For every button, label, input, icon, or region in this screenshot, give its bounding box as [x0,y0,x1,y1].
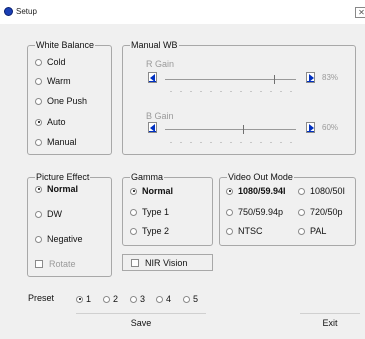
effect-option-dw[interactable]: DW [35,208,62,220]
radio-icon [35,77,42,85]
radio-icon [156,295,163,303]
preset-option-5[interactable]: 5 [183,293,198,305]
radio-selected-icon [130,187,137,195]
radio-icon [130,295,137,303]
preset-option-2[interactable]: 2 [103,293,118,305]
r-gain-slider-track[interactable] [165,79,296,80]
radio-icon [130,227,137,235]
preset-label: Preset [28,293,55,303]
radio-selected-icon [226,187,233,195]
r-gain-slider-thumb[interactable] [274,75,275,84]
manual-wb-title: Manual WB [130,40,179,51]
save-button[interactable]: Save [76,313,206,332]
video-option-1080-50i[interactable]: 1080/50I [298,185,345,197]
white-balance-title: White Balance [35,40,96,51]
radio-icon [35,58,42,66]
radio-icon [103,295,110,303]
picture-effect-title: Picture Effect [35,172,91,183]
radio-selected-icon [76,295,83,303]
radio-selected-icon [35,118,42,126]
wb-option-warm[interactable]: Warm [35,75,71,87]
preset-option-4[interactable]: 4 [156,293,171,305]
preset-option-3[interactable]: 3 [130,293,145,305]
radio-icon [130,208,137,216]
radio-icon [298,227,305,235]
wb-option-manual[interactable]: Manual [35,136,77,148]
rotate-checkbox[interactable]: Rotate [35,258,76,270]
r-gain-increase-button[interactable] [306,72,315,83]
preset-option-1[interactable]: 1 [76,293,91,305]
b-gain-slider-thumb[interactable] [243,125,244,134]
close-button[interactable]: ✕ [355,7,365,18]
window-title: Setup [16,7,37,16]
wb-option-cold[interactable]: Cold [35,56,66,68]
r-gain-label: R Gain [146,59,175,69]
radio-selected-icon [35,185,42,193]
wb-option-one-push[interactable]: One Push [35,95,87,107]
radio-icon [35,97,42,105]
checkbox-icon [131,258,139,267]
gamma-option-normal[interactable]: Normal [130,185,173,197]
nir-vision-checkbox[interactable]: NIR Vision [122,254,213,271]
gamma-title: Gamma [130,172,165,183]
b-gain-increase-button[interactable] [306,122,315,133]
b-gain-label: B Gain [146,111,174,121]
video-option-720-50p[interactable]: 720/50p [298,206,343,218]
radio-icon [35,210,42,218]
video-option-ntsc[interactable]: NTSC [226,225,263,237]
radio-icon [298,208,305,216]
wb-option-auto[interactable]: Auto [35,116,66,128]
effect-option-normal[interactable]: Normal [35,183,78,195]
gamma-option-type-2[interactable]: Type 2 [130,225,169,237]
effect-option-negative[interactable]: Negative [35,233,83,245]
radio-icon [183,295,190,303]
video-out-mode-title: Video Out Mode [227,172,294,183]
exit-button[interactable]: Exit [300,313,360,332]
radio-icon [226,208,233,216]
radio-icon [35,138,42,146]
b-gain-decrease-button[interactable] [148,122,157,133]
b-gain-value: 60% [322,123,339,132]
title-bar: Setup ✕ [0,0,365,24]
b-gain-tick-marks [166,142,297,143]
r-gain-value: 83% [322,73,339,82]
r-gain-tick-marks [166,91,297,92]
gamma-option-type-1[interactable]: Type 1 [130,206,169,218]
setup-window: Setup ✕ White Balance Cold Warm One Push… [0,0,365,339]
radio-icon [226,227,233,235]
video-option-750-5994p[interactable]: 750/59.94p [226,206,283,218]
video-option-pal[interactable]: PAL [298,225,326,237]
video-option-1080-5994i[interactable]: 1080/59.94I [226,185,286,197]
app-icon [4,7,13,16]
checkbox-icon [35,260,43,268]
radio-icon [298,187,305,195]
b-gain-slider-track[interactable] [165,129,296,130]
radio-icon [35,235,42,243]
r-gain-decrease-button[interactable] [148,72,157,83]
